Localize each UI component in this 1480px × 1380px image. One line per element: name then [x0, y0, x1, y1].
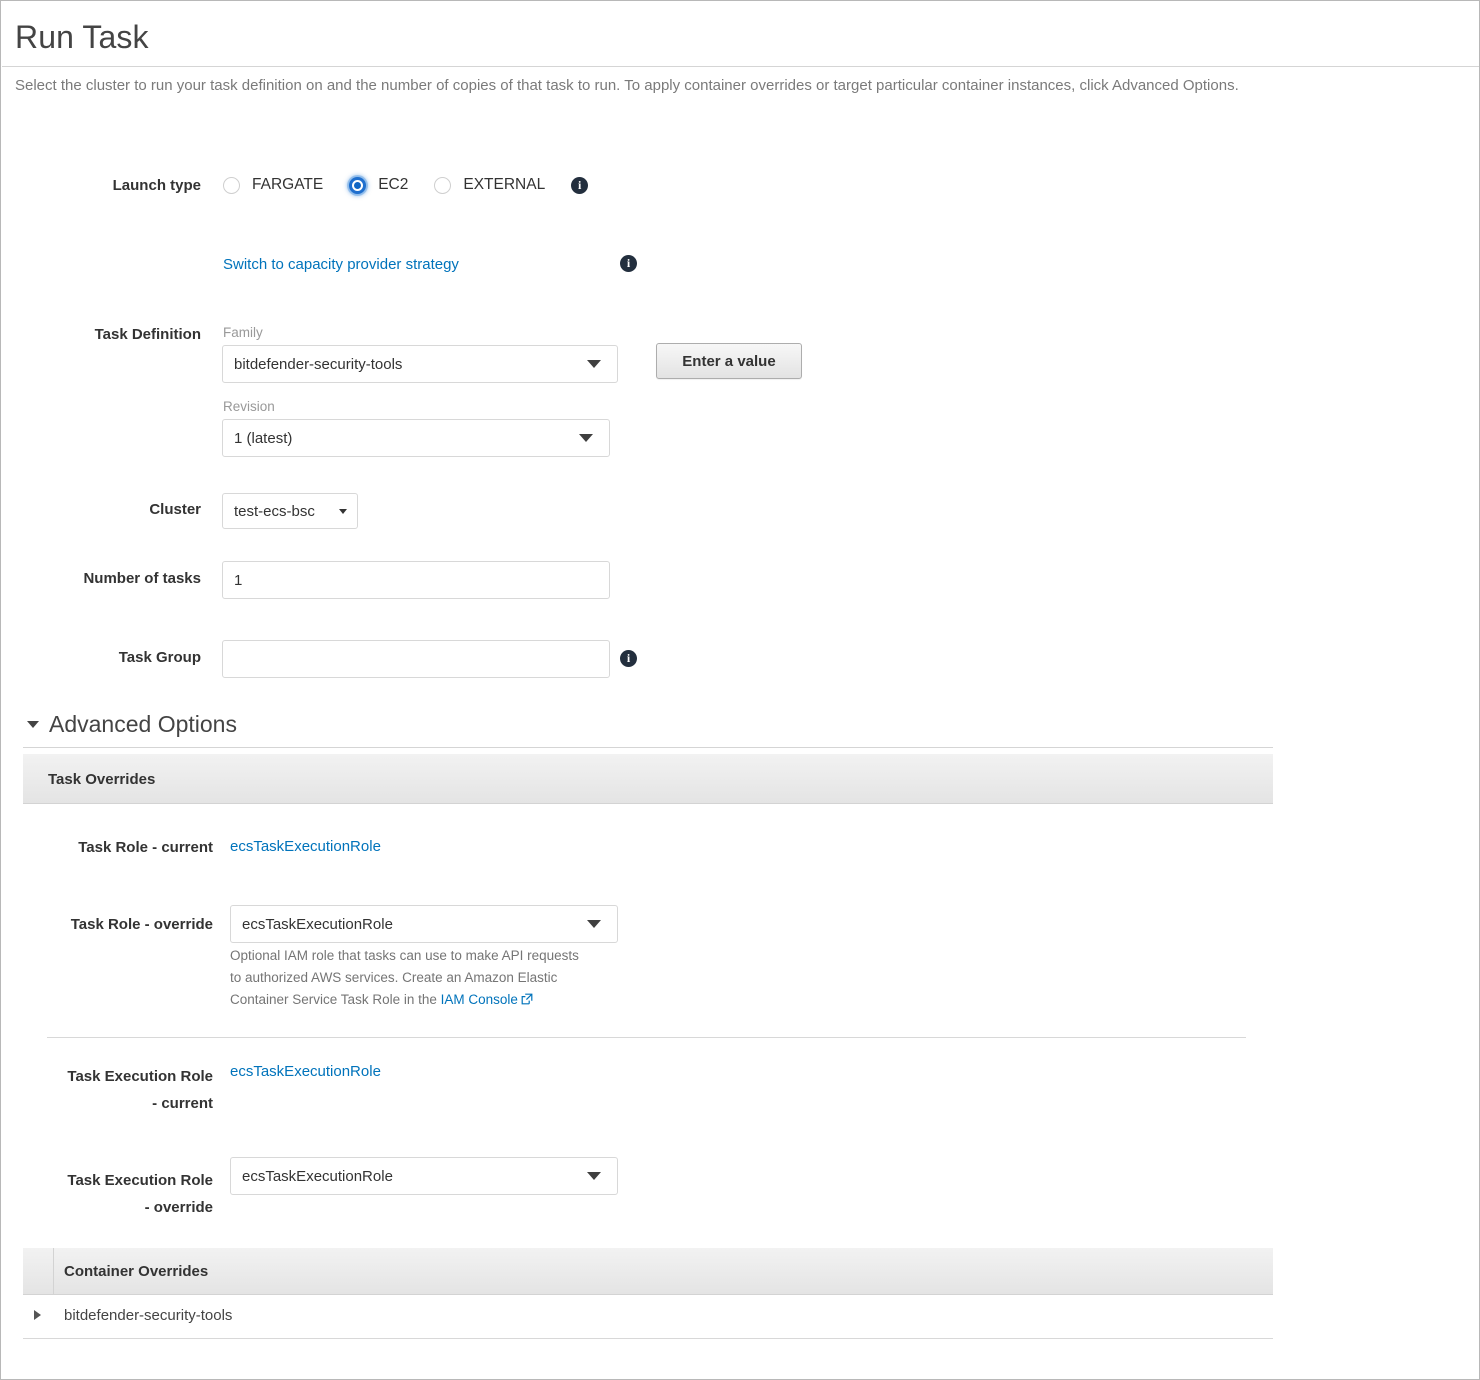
radio-ec2[interactable]	[349, 176, 367, 194]
switch-capacity-provider-link[interactable]: Switch to capacity provider strategy	[223, 256, 459, 273]
advanced-options-divider	[23, 747, 1273, 748]
task-execution-role-current-label-line2: - current	[152, 1095, 213, 1112]
radio-external-label: EXTERNAL	[463, 176, 546, 193]
task-overrides-title: Task Overrides	[48, 771, 156, 788]
revision-select-value: 1 (latest)	[234, 429, 293, 447]
chevron-down-icon	[587, 1172, 601, 1180]
task-role-override-label: Task Role - override	[70, 916, 213, 933]
task-overrides-section-header	[23, 754, 1273, 804]
family-select[interactable]: bitdefender-security-tools	[222, 345, 618, 383]
number-of-tasks-label: Number of tasks	[83, 570, 201, 587]
task-role-help-line-1: Optional IAM role that tasks can use to …	[230, 948, 579, 963]
number-of-tasks-input[interactable]	[222, 561, 610, 599]
launch-type-label: Launch type	[112, 177, 201, 194]
radio-fargate[interactable]	[223, 176, 240, 194]
task-execution-role-override-label: Task Execution Role - override	[1, 1167, 213, 1221]
advanced-options-title: Advanced Options	[49, 711, 237, 737]
info-icon[interactable]: i	[620, 650, 637, 667]
chevron-down-icon	[27, 721, 39, 728]
info-icon[interactable]: i	[620, 255, 637, 272]
task-role-help-line-2: to authorized AWS services. Create an Am…	[230, 970, 558, 985]
chevron-down-icon	[339, 508, 347, 514]
info-icon[interactable]: i	[571, 176, 589, 194]
chevron-down-icon	[587, 920, 601, 928]
external-link-icon	[521, 990, 533, 1005]
container-overrides-section-header	[23, 1248, 1273, 1295]
task-execution-role-current-label-line1: Task Execution Role	[67, 1068, 213, 1085]
task-group-label: Task Group	[118, 649, 201, 666]
task-role-current-label: Task Role - current	[78, 839, 213, 856]
task-execution-role-override-value: ecsTaskExecutionRole	[242, 1167, 393, 1185]
task-role-override-select[interactable]: ecsTaskExecutionRole	[230, 905, 618, 943]
task-execution-role-current-label: Task Execution Role - current	[1, 1063, 213, 1117]
cluster-select[interactable]: test-ecs-bsc	[222, 493, 358, 529]
task-execution-role-override-label-line2: - override	[144, 1199, 213, 1216]
task-execution-role-current-value-link[interactable]: ecsTaskExecutionRole	[230, 1063, 381, 1080]
page-title: Run Task	[15, 19, 149, 55]
family-label: Family	[223, 325, 263, 340]
task-execution-role-override-label-line1: Task Execution Role	[67, 1172, 213, 1189]
container-overrides-column-divider	[53, 1248, 54, 1295]
advanced-options-toggle[interactable]: Advanced Options	[27, 711, 237, 738]
radio-ec2-label: EC2	[378, 176, 409, 193]
task-definition-label: Task Definition	[94, 326, 201, 343]
page-description: Select the cluster to run your task defi…	[15, 77, 1239, 94]
revision-select[interactable]: 1 (latest)	[222, 419, 610, 457]
task-role-override-value: ecsTaskExecutionRole	[242, 915, 393, 933]
title-divider	[2, 66, 1479, 67]
cluster-label: Cluster	[149, 501, 201, 518]
task-role-help-text: Optional IAM role that tasks can use to …	[230, 945, 630, 1011]
run-task-page: Run Task Select the cluster to run your …	[0, 0, 1480, 1380]
container-overrides-title: Container Overrides	[64, 1263, 209, 1280]
container-row-name[interactable]: bitdefender-security-tools	[64, 1307, 232, 1324]
family-select-value: bitdefender-security-tools	[234, 355, 403, 373]
radio-fargate-label: FARGATE	[252, 176, 324, 193]
chevron-down-icon	[587, 360, 601, 368]
task-execution-role-override-select[interactable]: ecsTaskExecutionRole	[230, 1157, 618, 1195]
iam-console-link[interactable]: IAM Console	[441, 992, 518, 1007]
launch-type-radio-group: FARGATE EC2 EXTERNAL i	[223, 176, 589, 194]
task-overrides-inner-divider	[47, 1037, 1246, 1038]
revision-label: Revision	[223, 399, 275, 414]
container-row-divider	[23, 1338, 1273, 1339]
task-group-input[interactable]	[222, 640, 610, 678]
container-row-expand-toggle[interactable]	[34, 1310, 41, 1320]
cluster-select-value: test-ecs-bsc	[234, 502, 315, 520]
task-role-current-value-link[interactable]: ecsTaskExecutionRole	[230, 838, 381, 855]
chevron-down-icon	[579, 434, 593, 442]
enter-a-value-button[interactable]: Enter a value	[656, 343, 802, 379]
task-role-help-line-3: Container Service Task Role in the	[230, 992, 441, 1007]
radio-external[interactable]	[434, 176, 452, 194]
